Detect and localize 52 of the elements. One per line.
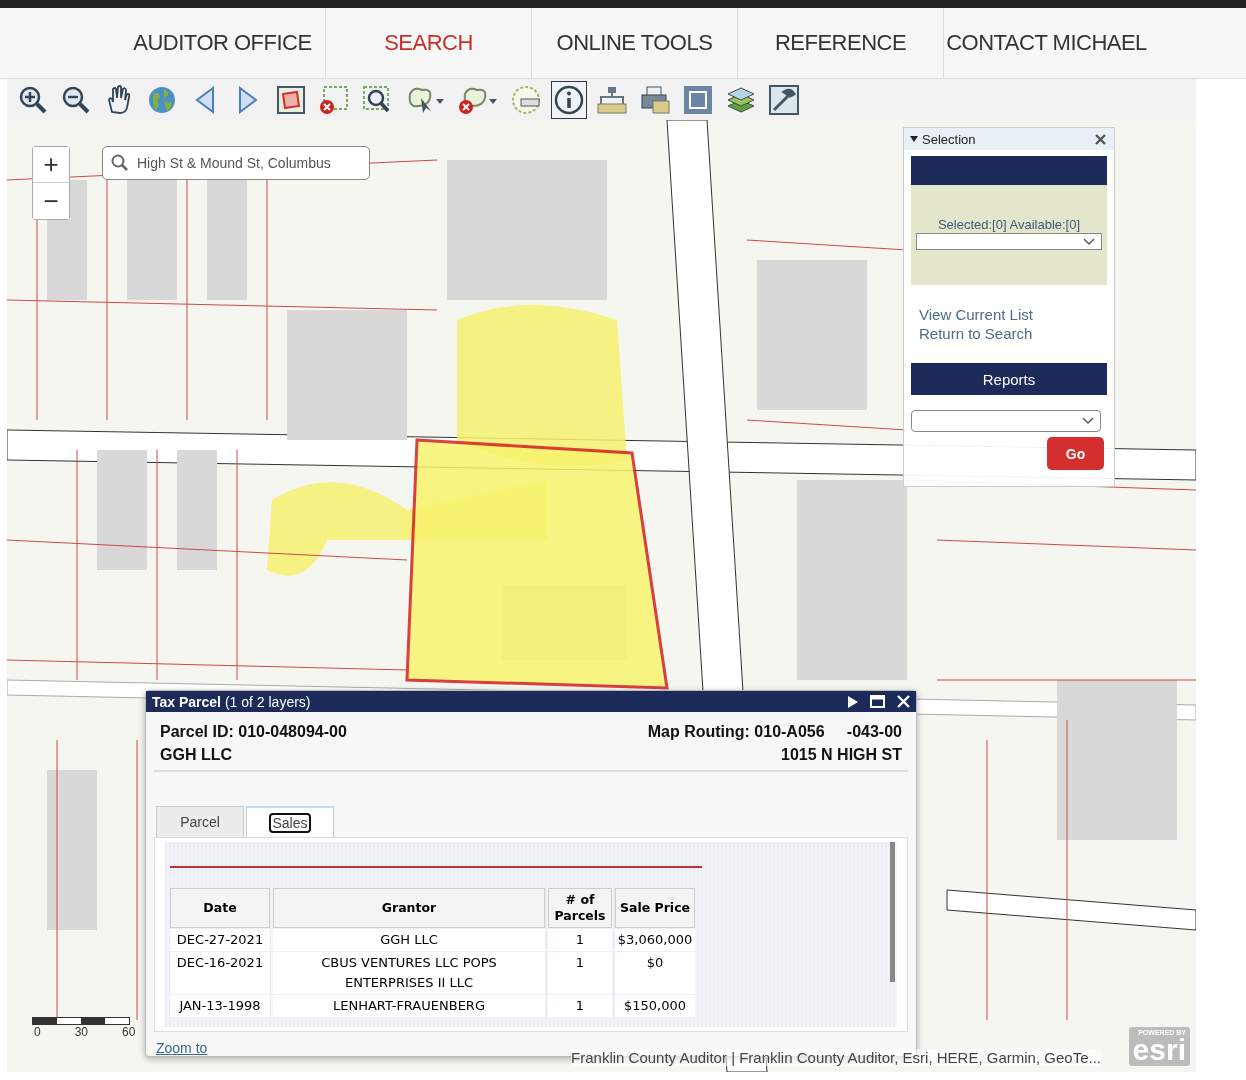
column-header: # of Parcels <box>548 888 612 928</box>
panel-link[interactable]: Return to Search <box>919 324 1114 343</box>
info-icon[interactable] <box>551 80 587 119</box>
popup-title: Tax Parcel (1 of 2 layers) <box>152 693 311 710</box>
close-icon[interactable] <box>1095 133 1106 145</box>
table-cell: LENHART-FRAUENBERG <box>273 995 545 1017</box>
scale-label: 30 <box>74 1025 89 1039</box>
table-cell: $0 <box>615 952 695 994</box>
search-icon <box>111 154 129 172</box>
table-cell: GGH LLC <box>273 929 545 951</box>
caret-icon <box>910 136 918 142</box>
scale-label: 0 <box>34 1025 41 1039</box>
nav-link[interactable]: SEARCH <box>326 8 532 78</box>
table-cell: 1 <box>548 995 612 1017</box>
play-icon[interactable] <box>847 695 858 708</box>
table-cell: JAN-13-1998 <box>170 995 270 1017</box>
column-header: Sale Price <box>615 888 695 928</box>
logo-wordmark: esri <box>1132 1036 1186 1064</box>
nav-link[interactable]: CONTACT MICHAEL <box>944 8 1149 78</box>
nav-link[interactable]: REFERENCE <box>738 8 944 78</box>
nav-link[interactable]: ONLINE TOOLS <box>532 8 738 78</box>
reports-header: Reports <box>911 363 1107 395</box>
column-header: Date <box>170 888 270 928</box>
panel-title[interactable]: Selection <box>922 131 976 147</box>
panel-link[interactable]: View Current List <box>919 305 1114 324</box>
chevron-icon <box>1083 237 1095 246</box>
table-cell: DEC-16-2021 <box>170 952 270 994</box>
table-cell: 1 <box>548 952 612 994</box>
column-header: Grantor <box>273 888 545 928</box>
tab[interactable]: Sales <box>246 806 334 837</box>
search-field[interactable]: High St & Mound St, Columbus <box>102 146 370 180</box>
map-attribution: Franklin County Auditor | Franklin County Auditor, Esri, HERE, Garmin, GeoTe... <box>571 1049 1101 1066</box>
maximize-icon[interactable] <box>870 695 885 708</box>
go-button[interactable]: Go <box>1047 437 1104 470</box>
reports-dropdown[interactable] <box>911 410 1101 432</box>
tab[interactable]: Parcel <box>156 806 244 837</box>
owner-name: GGH LLC <box>160 745 232 765</box>
selection-counts: Selected:[0] Available:[0] <box>937 217 1081 232</box>
table-cell: CBUS VENTURES LLC POPS ENTERPRISES II LLC <box>273 952 545 994</box>
nav-link[interactable]: AUDITOR OFFICE <box>120 8 326 78</box>
table-cell: DEC-27-2021 <box>170 929 270 951</box>
table-cell: $150,000 <box>615 995 695 1017</box>
table-cell: 1 <box>548 929 612 951</box>
parcel-address: 1015 N HIGH ST <box>781 745 902 765</box>
table-cell: $3,060,000 <box>615 929 695 951</box>
scale-label: 60 <box>122 1025 136 1039</box>
chevron-icon <box>1082 417 1094 425</box>
map-routing: Map Routing: 010-A056 -043-00 <box>647 722 902 742</box>
scrollbar[interactable] <box>890 842 895 982</box>
selection-dropdown[interactable] <box>916 233 1102 250</box>
parcel-id: Parcel ID: 010-048094-00 <box>160 722 347 742</box>
zoom-in-button[interactable]: + <box>33 147 69 183</box>
